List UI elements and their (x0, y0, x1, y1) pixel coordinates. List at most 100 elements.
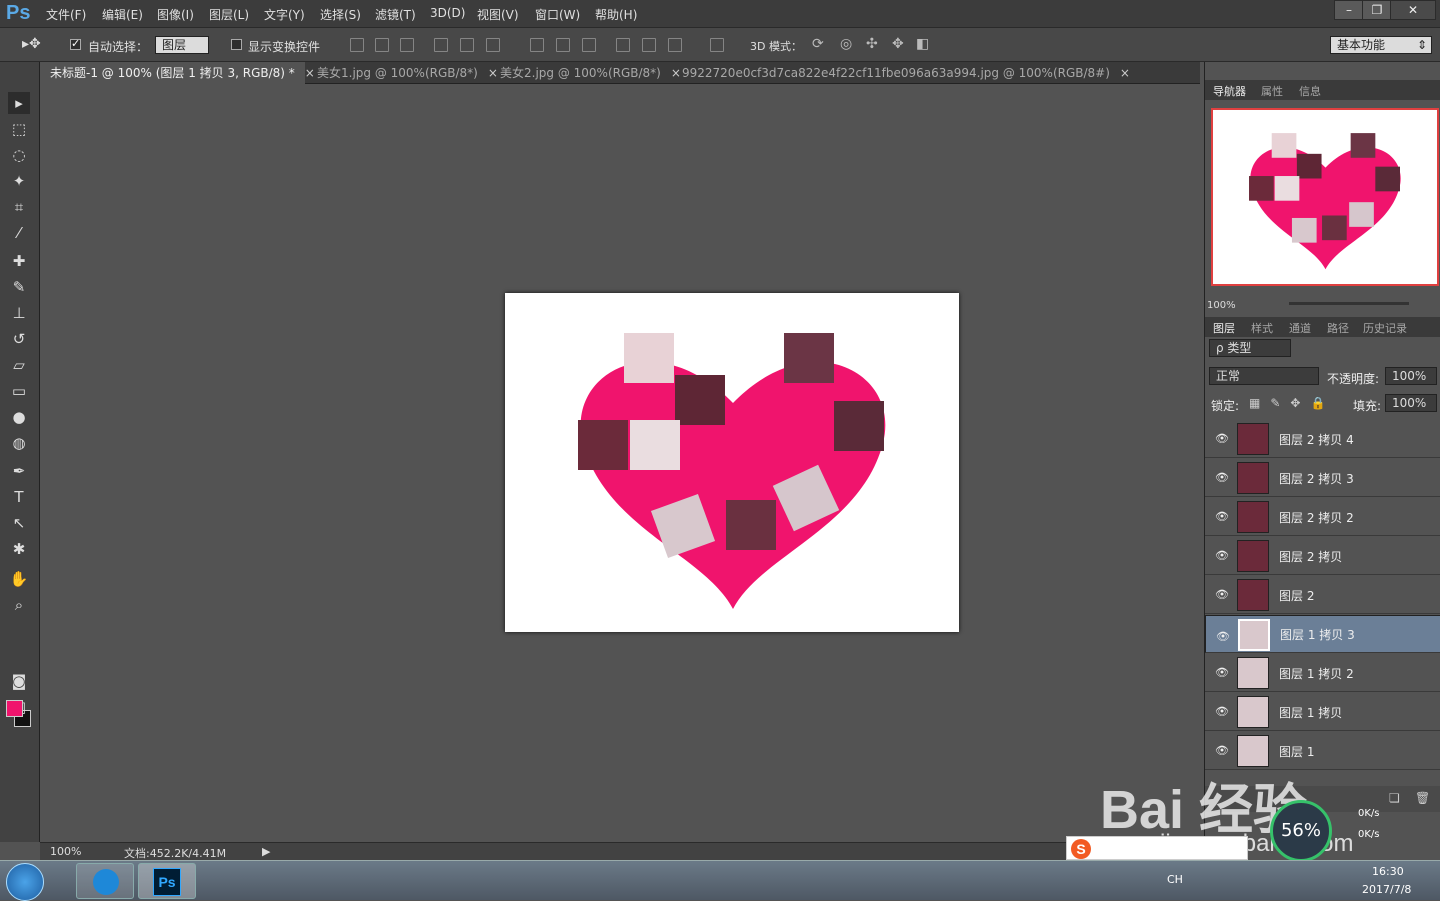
hand-tool-icon[interactable]: ✋ (8, 568, 30, 590)
eraser-tool-icon[interactable]: ▱ (8, 354, 30, 376)
eye-icon[interactable]: 👁 (1215, 432, 1229, 446)
marquee-tool-icon[interactable]: ⬚ (8, 118, 30, 140)
layer-row[interactable]: 👁 图层 2 拷贝 3 (1205, 459, 1440, 497)
rotate-3d-icon[interactable]: ⟳ (812, 36, 824, 52)
align-bottom-icon[interactable] (400, 38, 414, 52)
auto-align-icon[interactable] (710, 38, 724, 52)
lasso-tool-icon[interactable]: ◌ (8, 144, 30, 166)
menu-help[interactable]: 帮助(H) (595, 6, 637, 23)
tab-jpg-long[interactable]: 9922720e0cf3d7ca822e4f22cf11fbe096a63a99… (672, 62, 1130, 84)
layer-row[interactable]: 👁 图层 2 (1205, 576, 1440, 614)
menu-image[interactable]: 图像(I) (157, 6, 194, 23)
document-canvas[interactable] (505, 293, 959, 632)
align-left-icon[interactable] (434, 38, 448, 52)
shape-tool-icon[interactable]: ✱ (8, 538, 30, 560)
tab-layers[interactable]: 图层 (1213, 320, 1235, 336)
tab-navigator[interactable]: 导航器 (1213, 83, 1246, 99)
menu-file[interactable]: 文件(F) (46, 6, 86, 23)
eye-icon[interactable]: 👁 (1216, 628, 1230, 643)
taskbar-browser-icon[interactable] (76, 863, 134, 899)
tab-properties[interactable]: 属性 (1261, 83, 1283, 99)
blend-mode-dropdown[interactable]: 正常 (1209, 367, 1319, 385)
layer-filter-dropdown[interactable]: ρ 类型 (1209, 339, 1291, 357)
navigator-preview[interactable] (1211, 108, 1439, 286)
fill-field[interactable]: 100% (1385, 394, 1437, 412)
auto-select-checkbox[interactable]: ✓ (70, 37, 81, 50)
status-menu-arrow-icon[interactable]: ▶ (262, 845, 270, 858)
roll-3d-icon[interactable]: ◎ (840, 36, 852, 52)
layer-row[interactable]: 👁 图层 1 拷贝 (1205, 693, 1440, 731)
move-tool-icon[interactable]: ▸✥ (22, 36, 41, 52)
magic-wand-icon[interactable]: ✦ (8, 170, 30, 192)
clock-date[interactable]: 2017/7/8 (1362, 883, 1411, 896)
menu-type[interactable]: 文字(Y) (264, 6, 305, 23)
blur-tool-icon[interactable]: ● (8, 406, 30, 428)
distribute-top-icon[interactable] (530, 38, 544, 52)
zoom-tool-icon[interactable]: ⌕ (8, 594, 30, 616)
align-vcenter-icon[interactable] (375, 38, 389, 52)
zoom-level[interactable]: 100% (50, 845, 81, 858)
distribute-bottom-icon[interactable] (582, 38, 596, 52)
taskbar-photoshop-icon[interactable]: Ps (138, 863, 196, 899)
show-transform-checkbox[interactable] (231, 39, 242, 50)
ime-toolbar[interactable]: S (1066, 836, 1248, 860)
distribute-vcenter-icon[interactable] (556, 38, 570, 52)
healing-brush-icon[interactable]: ✚ (8, 250, 30, 272)
layer-row-selected[interactable]: 👁 图层 1 拷贝 3 (1205, 615, 1440, 653)
workspace-dropdown[interactable]: 基本功能 ⇕ (1330, 36, 1432, 54)
tab-info[interactable]: 信息 (1299, 83, 1321, 99)
auto-select-dropdown[interactable]: 图层 (155, 36, 209, 54)
tab-styles[interactable]: 样式 (1251, 320, 1273, 336)
crop-tool-icon[interactable]: ⌗ (8, 196, 30, 218)
stamp-tool-icon[interactable]: ⊥ (8, 302, 30, 324)
menu-filter[interactable]: 滤镜(T) (375, 6, 416, 23)
layer-row[interactable]: 👁 图层 2 拷贝 2 (1205, 498, 1440, 536)
path-select-icon[interactable]: ↖ (8, 512, 30, 534)
close-button[interactable]: ✕ (1390, 0, 1436, 20)
eye-icon[interactable]: 👁 (1215, 588, 1229, 602)
layer-row[interactable]: 👁 图层 2 拷贝 (1205, 537, 1440, 575)
distribute-right-icon[interactable] (668, 38, 682, 52)
language-indicator[interactable]: CH (1167, 873, 1183, 886)
navigator-zoom-slider[interactable] (1289, 302, 1409, 305)
clock-time[interactable]: 16:30 (1372, 865, 1404, 878)
close-icon[interactable]: × (1120, 66, 1130, 80)
eye-icon[interactable]: 👁 (1215, 471, 1229, 485)
opacity-field[interactable]: 100% (1385, 367, 1437, 385)
gradient-tool-icon[interactable]: ▭ (8, 380, 30, 402)
dodge-tool-icon[interactable]: ◍ (8, 432, 30, 454)
eye-icon[interactable]: 👁 (1215, 666, 1229, 680)
move-tool-icon[interactable]: ▸ (8, 92, 30, 114)
foreground-color-swatch[interactable] (6, 700, 23, 717)
eye-icon[interactable]: 👁 (1215, 549, 1229, 563)
tab-history[interactable]: 历史记录 (1363, 320, 1407, 336)
eye-icon[interactable]: 👁 (1215, 510, 1229, 524)
type-tool-icon[interactable]: T (8, 486, 30, 508)
distribute-hcenter-icon[interactable] (642, 38, 656, 52)
history-brush-icon[interactable]: ↺ (8, 328, 30, 350)
eye-icon[interactable]: 👁 (1215, 744, 1229, 758)
menu-layer[interactable]: 图层(L) (209, 6, 249, 23)
restore-button[interactable]: ❐ (1362, 0, 1392, 20)
new-layer-icon[interactable]: ❏ (1389, 791, 1400, 805)
quick-mask-icon[interactable]: ◙ (8, 670, 30, 692)
align-right-icon[interactable] (486, 38, 500, 52)
scale-3d-icon[interactable]: ◧ (916, 36, 929, 52)
layer-row[interactable]: 👁 图层 2 拷贝 4 (1205, 420, 1440, 458)
align-top-icon[interactable] (350, 38, 364, 52)
tab-paths[interactable]: 路径 (1327, 320, 1349, 336)
distribute-left-icon[interactable] (616, 38, 630, 52)
menu-3d[interactable]: 3D(D) (430, 6, 465, 20)
align-hcenter-icon[interactable] (460, 38, 474, 52)
navigator-zoom[interactable]: 100% (1207, 300, 1236, 311)
eyedropper-tool-icon[interactable]: ⁄ (8, 222, 30, 244)
layer-row[interactable]: 👁 图层 1 拷贝 2 (1205, 654, 1440, 692)
menu-window[interactable]: 窗口(W) (535, 6, 580, 23)
drag-3d-icon[interactable]: ✣ (866, 36, 878, 52)
minimize-button[interactable]: – (1334, 0, 1364, 20)
tab-meinv1[interactable]: 美女1.jpg @ 100%(RGB/8*) × (307, 62, 498, 84)
menu-select[interactable]: 选择(S) (320, 6, 361, 23)
tab-untitled[interactable]: 未标题-1 @ 100% (图层 1 拷贝 3, RGB/8) * × (40, 62, 315, 84)
menu-edit[interactable]: 编辑(E) (102, 6, 143, 23)
pen-tool-icon[interactable]: ✒ (8, 460, 30, 482)
